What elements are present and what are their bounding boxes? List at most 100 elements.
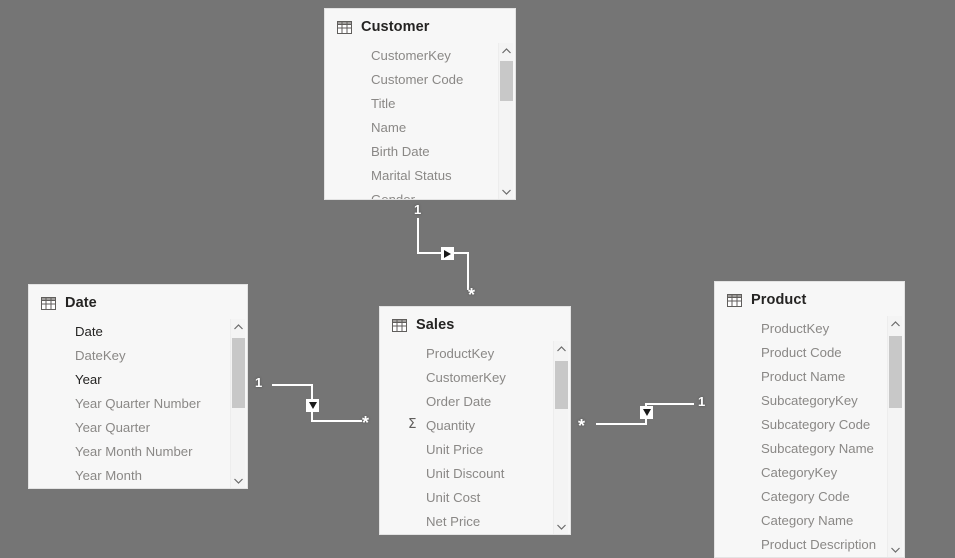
field-label: CustomerKey bbox=[371, 47, 451, 63]
table-card-header-date[interactable]: Date bbox=[29, 285, 247, 319]
field-row[interactable]: Year bbox=[75, 367, 217, 391]
scroll-down-button[interactable] bbox=[499, 184, 514, 199]
table-icon bbox=[337, 20, 352, 34]
field-row[interactable]: SubcategoryKey bbox=[761, 388, 874, 412]
field-label: Quantity bbox=[426, 417, 476, 433]
field-label: Category Code bbox=[761, 488, 850, 504]
cardinality-sales-many-product: * bbox=[578, 416, 586, 436]
model-diagram-canvas[interactable]: 1 * 1 * * 1 Customer CustomerKey Custome… bbox=[0, 0, 955, 558]
crossfilter-marker-product-sales[interactable] bbox=[640, 406, 653, 419]
field-row[interactable]: Year Month bbox=[75, 463, 217, 487]
field-row[interactable]: Unit Price bbox=[426, 437, 540, 461]
scroll-down-button[interactable] bbox=[231, 473, 246, 488]
field-label: Subcategory Name bbox=[761, 440, 874, 456]
field-row[interactable]: Unit Cost bbox=[426, 485, 540, 509]
field-list-sales: ProductKey CustomerKey Order Date Σ Quan… bbox=[380, 341, 570, 533]
fields-area-sales: ProductKey CustomerKey Order Date Σ Quan… bbox=[380, 341, 570, 534]
scrollbar-date[interactable] bbox=[230, 319, 245, 488]
table-card-header-sales[interactable]: Sales bbox=[380, 307, 570, 341]
cardinality-sales-many-customer: * bbox=[468, 285, 476, 305]
fields-area-date: Date DateKey Year Year Quarter Number Ye… bbox=[29, 319, 247, 488]
field-row[interactable]: Category Code bbox=[761, 484, 874, 508]
field-label: Product Description bbox=[761, 536, 877, 552]
field-list-date: Date DateKey Year Year Quarter Number Ye… bbox=[29, 319, 247, 487]
triangle-right-icon bbox=[444, 249, 451, 258]
field-row[interactable]: Date bbox=[75, 319, 217, 343]
scrollbar-customer[interactable] bbox=[498, 43, 513, 199]
field-row[interactable]: Year Quarter bbox=[75, 415, 217, 439]
table-card-product[interactable]: Product ProductKey Product Code Product … bbox=[714, 281, 905, 558]
field-row[interactable]: Net Price bbox=[426, 509, 540, 533]
field-row[interactable]: Year Quarter Number bbox=[75, 391, 217, 415]
field-row[interactable]: Marital Status bbox=[371, 163, 485, 187]
chevron-up-icon bbox=[891, 320, 900, 326]
scrollbar-thumb[interactable] bbox=[555, 361, 568, 409]
table-name-customer: Customer bbox=[361, 19, 430, 35]
table-card-date[interactable]: Date Date DateKey Year Year Quarter Numb… bbox=[28, 284, 248, 489]
field-row[interactable]: Order Date bbox=[426, 389, 540, 413]
field-row[interactable]: Product Description bbox=[761, 532, 877, 556]
field-row[interactable]: Gender bbox=[371, 187, 485, 200]
field-row[interactable]: Title bbox=[371, 91, 485, 115]
field-row[interactable]: Product Code bbox=[761, 340, 874, 364]
field-label: Product Name bbox=[761, 368, 846, 384]
table-card-sales[interactable]: Sales ProductKey CustomerKey Order Date … bbox=[379, 306, 571, 535]
scroll-down-button[interactable] bbox=[888, 542, 903, 557]
chevron-down-icon bbox=[557, 524, 566, 530]
fields-area-customer: CustomerKey Customer Code Title Name Bir… bbox=[325, 43, 515, 199]
crossfilter-marker-customer-sales[interactable] bbox=[441, 247, 454, 260]
cardinality-customer-one: 1 bbox=[414, 202, 422, 217]
table-icon bbox=[727, 293, 742, 307]
crossfilter-marker-date-sales[interactable] bbox=[306, 399, 319, 412]
field-row[interactable]: Birth Date bbox=[371, 139, 485, 163]
scrollbar-thumb[interactable] bbox=[232, 338, 245, 408]
field-label: DateKey bbox=[75, 347, 126, 363]
scrollbar-sales[interactable] bbox=[553, 341, 568, 534]
triangle-down-icon bbox=[308, 402, 317, 409]
field-row[interactable]: ProductKey bbox=[761, 316, 874, 340]
field-row[interactable]: Subcategory Code bbox=[761, 412, 874, 436]
field-row[interactable]: Name bbox=[371, 115, 485, 139]
chevron-up-icon bbox=[502, 47, 511, 53]
sigma-aggregate-icon: Σ bbox=[408, 416, 417, 433]
table-card-header-customer[interactable]: Customer bbox=[325, 9, 515, 43]
scrollbar-thumb[interactable] bbox=[500, 61, 513, 101]
field-row[interactable]: Category Name bbox=[761, 508, 874, 532]
field-label: Customer Code bbox=[371, 71, 464, 87]
field-row[interactable]: Customer Code bbox=[371, 67, 485, 91]
field-label: Birth Date bbox=[371, 143, 430, 159]
table-name-sales: Sales bbox=[416, 317, 455, 333]
field-row[interactable]: Unit Discount bbox=[426, 461, 540, 485]
scroll-up-button[interactable] bbox=[499, 43, 514, 58]
field-row[interactable]: Subcategory Name bbox=[761, 436, 874, 460]
scroll-up-button[interactable] bbox=[231, 319, 246, 334]
table-card-header-product[interactable]: Product bbox=[715, 282, 904, 316]
field-row[interactable]: Σ Quantity bbox=[408, 413, 540, 437]
field-label: Year Quarter bbox=[75, 419, 151, 435]
field-label: Title bbox=[371, 95, 396, 111]
field-label: Gender bbox=[371, 191, 415, 200]
field-label: Unit Price bbox=[426, 441, 484, 457]
field-label: Category Name bbox=[761, 512, 854, 528]
field-row[interactable]: CategoryKey bbox=[761, 460, 874, 484]
scrollbar-thumb[interactable] bbox=[889, 336, 902, 408]
field-row[interactable]: Product Name bbox=[761, 364, 874, 388]
field-row[interactable]: DateKey bbox=[75, 343, 217, 367]
cardinality-product-one: 1 bbox=[698, 394, 706, 409]
chevron-down-icon bbox=[502, 189, 511, 195]
field-row[interactable]: CustomerKey bbox=[426, 365, 540, 389]
field-row[interactable]: Year Month Number bbox=[75, 439, 217, 463]
field-label: ProductKey bbox=[426, 345, 495, 361]
table-card-customer[interactable]: Customer CustomerKey Customer Code Title… bbox=[324, 8, 516, 200]
cardinality-sales-many-date: * bbox=[362, 413, 370, 433]
chevron-down-icon bbox=[234, 478, 243, 484]
scroll-up-button[interactable] bbox=[554, 341, 569, 356]
scrollbar-product[interactable] bbox=[887, 316, 902, 557]
field-label: Date bbox=[75, 323, 103, 339]
field-row[interactable]: CustomerKey bbox=[371, 43, 485, 67]
table-icon bbox=[41, 296, 56, 310]
field-row[interactable]: ProductKey bbox=[426, 341, 540, 365]
scroll-down-button[interactable] bbox=[554, 519, 569, 534]
chevron-up-icon bbox=[234, 323, 243, 329]
scroll-up-button[interactable] bbox=[888, 316, 903, 331]
